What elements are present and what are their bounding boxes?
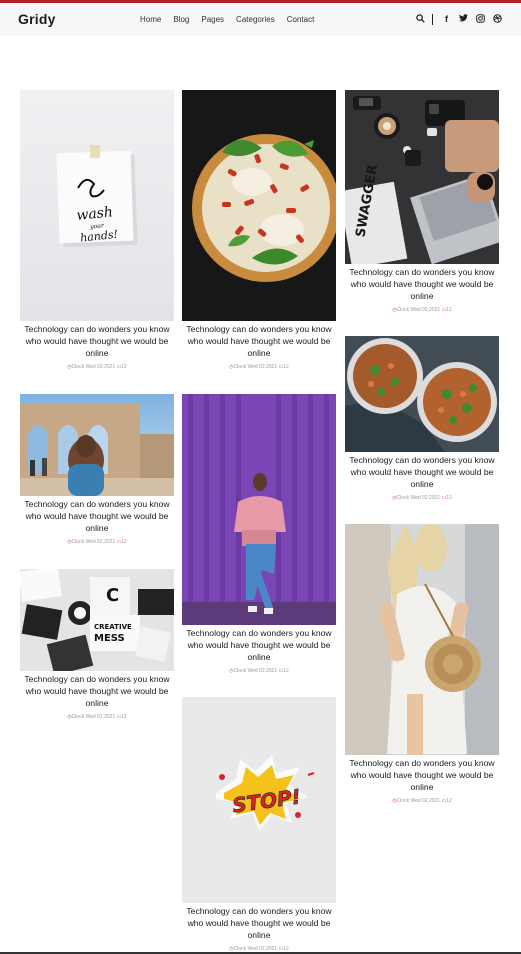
post-title[interactable]: Technology can do wonders you know who w… — [345, 266, 499, 302]
nav-pages[interactable]: Pages — [201, 15, 224, 24]
post-title[interactable]: Technology can do wonders you know who w… — [345, 454, 499, 490]
post-date: Clock Wed 02,2021 — [396, 495, 441, 501]
post-meta: ◷Clock Wed 02,2021 ▭12 — [182, 668, 336, 674]
twitter-icon[interactable] — [455, 12, 472, 26]
post-image-desk[interactable]: SWAGGER — [345, 90, 499, 264]
comment-count: 12 — [283, 364, 289, 370]
header-icons: f — [412, 12, 506, 26]
post-meta: ◷Clock Wed 02,2021 ▭12 — [20, 364, 174, 370]
nav-categories[interactable]: Categories — [236, 15, 275, 24]
nav-contact[interactable]: Contact — [287, 15, 315, 24]
post-image-food-bowls[interactable] — [345, 336, 499, 452]
comment-count: 12 — [446, 495, 452, 501]
post-image-creative-mess[interactable]: C CREATIVE MESS — [20, 569, 174, 671]
sign-creative-text: CREATIVE — [94, 623, 132, 631]
post-date: Clock Wed 02,2021 — [71, 539, 116, 545]
post-image-pizza[interactable] — [182, 90, 336, 321]
post-title[interactable]: Technology can do wonders you know who w… — [20, 323, 174, 359]
post-meta: ◷Clock Wed 02,2021 ▭12 — [345, 307, 499, 313]
post-card: Technology can do wonders you know who w… — [182, 90, 336, 370]
nav-home[interactable]: Home — [140, 15, 161, 24]
post-meta: ◷Clock Wed 02,2021 ▭12 — [345, 495, 499, 501]
comment-count: 12 — [446, 307, 452, 313]
post-image-ruins[interactable] — [20, 394, 174, 496]
instagram-icon[interactable] — [472, 12, 489, 26]
post-card: STOP! Technology can do wonders you know… — [182, 697, 336, 952]
comment-count: 12 — [121, 714, 127, 720]
post-meta: ◷Clock Wed 02,2021 ▭12 — [182, 364, 336, 370]
post-card: wash your hands! Technology can do wonde… — [20, 90, 174, 370]
site-header: Gridy Home Blog Pages Categories Contact… — [0, 3, 521, 36]
post-card: SWAGGER Technology can do wonders you kn… — [345, 90, 499, 313]
post-title[interactable]: Technology can do wonders you know who w… — [345, 757, 499, 793]
post-card: Technology can do wonders you know who w… — [345, 336, 499, 501]
comment-count: 12 — [121, 539, 127, 545]
post-image-stop-sticker[interactable]: STOP! — [182, 697, 336, 903]
post-title[interactable]: Technology can do wonders you know who w… — [20, 673, 174, 709]
post-card: Technology can do wonders you know who w… — [182, 394, 336, 674]
header-divider — [432, 13, 433, 25]
post-date: Clock Wed 02,2021 — [396, 798, 441, 804]
post-card: Technology can do wonders you know who w… — [20, 394, 174, 545]
search-icon[interactable] — [412, 12, 429, 26]
post-date: Clock Wed 02,2021 — [233, 668, 278, 674]
main-nav: Home Blog Pages Categories Contact — [140, 15, 326, 24]
nav-blog[interactable]: Blog — [173, 15, 189, 24]
comment-count: 12 — [283, 668, 289, 674]
post-title[interactable]: Technology can do wonders you know who w… — [182, 905, 336, 941]
site-logo[interactable]: Gridy — [18, 11, 56, 27]
post-meta: ◷Clock Wed 02,2021 ▭12 — [20, 714, 174, 720]
comment-count: 12 — [121, 364, 127, 370]
post-meta: ◷Clock Wed 02,2021 ▭12 — [20, 539, 174, 545]
post-title[interactable]: Technology can do wonders you know who w… — [20, 498, 174, 534]
post-date: Clock Wed 02,2021 — [71, 364, 116, 370]
post-meta: ◷Clock Wed 02,2021 ▭12 — [345, 798, 499, 804]
post-card: Technology can do wonders you know who w… — [345, 524, 499, 804]
comment-count: 12 — [446, 798, 452, 804]
post-date: Clock Wed 02,2021 — [233, 364, 278, 370]
post-image-wash-hands[interactable]: wash your hands! — [20, 90, 174, 321]
post-card: C CREATIVE MESS Technology can do wonder… — [20, 569, 174, 720]
post-title[interactable]: Technology can do wonders you know who w… — [182, 323, 336, 359]
sign-c-text: C — [106, 585, 119, 606]
sign-mess-text: MESS — [94, 633, 125, 644]
dribbble-icon[interactable] — [489, 12, 506, 26]
post-image-straw-bag[interactable] — [345, 524, 499, 755]
post-date: Clock Wed 02,2021 — [71, 714, 116, 720]
facebook-icon[interactable]: f — [438, 12, 455, 26]
post-title[interactable]: Technology can do wonders you know who w… — [182, 627, 336, 663]
post-date: Clock Wed 02,2021 — [396, 307, 441, 313]
post-image-purple-wall[interactable] — [182, 394, 336, 625]
